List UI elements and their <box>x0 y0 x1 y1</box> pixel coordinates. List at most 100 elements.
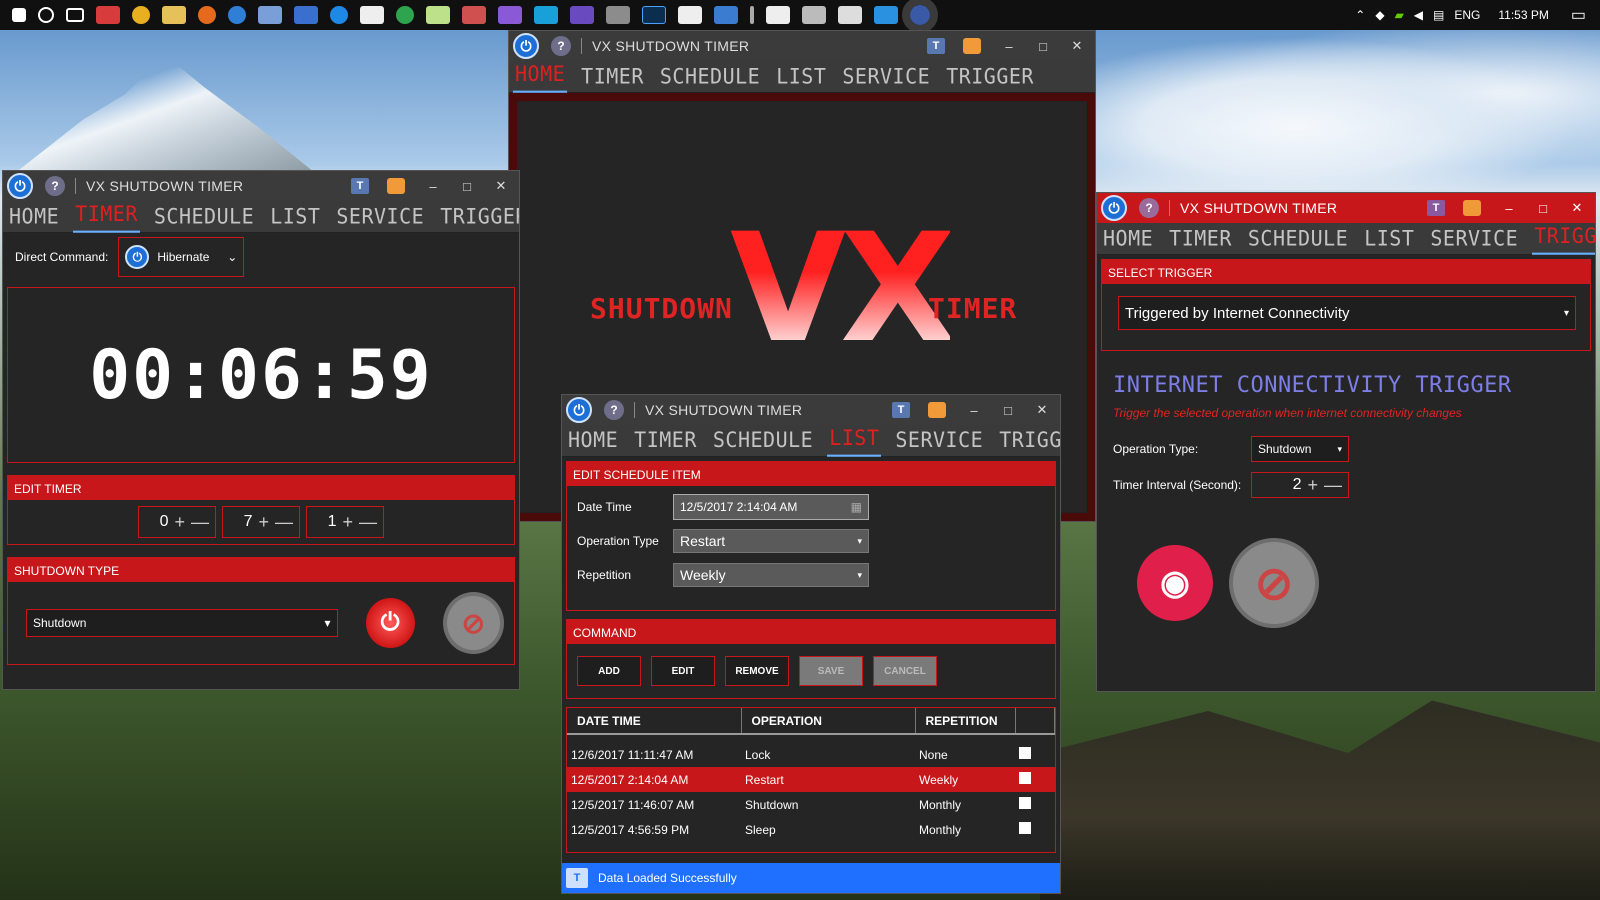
tab-timer[interactable]: TIMER <box>632 427 699 456</box>
row-checkbox[interactable] <box>1019 747 1031 759</box>
folder-icon[interactable] <box>162 6 186 24</box>
cancel-trigger-button[interactable]: ⊘ <box>1229 538 1319 628</box>
app-icon[interactable] <box>534 6 558 24</box>
store-icon[interactable] <box>360 6 384 24</box>
timer-interval-stepper[interactable]: 2 + — <box>1251 472 1349 498</box>
operation-type-dropdown[interactable]: Shutdown ▾ <box>1251 436 1349 462</box>
visual-studio-icon[interactable] <box>498 6 522 24</box>
minus-icon[interactable]: — <box>191 512 209 533</box>
edge-icon[interactable] <box>228 6 246 24</box>
tab-timer[interactable]: TIMER <box>1167 225 1234 254</box>
plus-icon[interactable]: + <box>342 512 353 533</box>
app-icon[interactable] <box>838 6 862 24</box>
add-button[interactable]: ADD <box>577 656 641 686</box>
chevron-up-icon[interactable]: ⌃ <box>1355 8 1365 22</box>
app-icon[interactable] <box>606 6 630 24</box>
row-checkbox[interactable] <box>1019 772 1031 784</box>
close-button[interactable]: ✕ <box>1028 398 1056 422</box>
notepad-icon[interactable] <box>426 6 450 24</box>
app-icon[interactable] <box>462 6 486 24</box>
tab-trigger[interactable]: TRIGGER <box>944 63 1036 92</box>
trigger-dropdown[interactable]: Triggered by Internet Connectivity ▾ <box>1118 296 1576 330</box>
plus-icon[interactable]: + <box>1307 475 1318 496</box>
start-trigger-button[interactable]: ◉ <box>1137 545 1213 621</box>
close-button[interactable]: ✕ <box>1063 34 1091 58</box>
hours-stepper[interactable]: 0 + — <box>138 506 216 538</box>
save-button[interactable]: SAVE <box>799 656 863 686</box>
chrome-icon[interactable] <box>132 6 150 24</box>
close-button[interactable]: ✕ <box>1563 196 1591 220</box>
direct-command-dropdown[interactable]: ⏻ Hibernate ⌄ <box>118 237 245 277</box>
minimize-tray-icon[interactable] <box>1463 200 1481 216</box>
start-timer-button[interactable]: ⏻ <box>365 598 415 648</box>
tab-schedule[interactable]: SCHEDULE <box>658 63 762 92</box>
tab-timer[interactable]: TIMER <box>579 63 646 92</box>
table-row[interactable]: 12/5/2017 11:46:07 AM Shutdown Monthly <box>567 792 1055 817</box>
minimize-button[interactable]: – <box>960 398 988 422</box>
tab-trigger[interactable]: TRIGGER <box>1532 223 1595 255</box>
info-icon[interactable]: T <box>351 178 369 194</box>
calendar-icon[interactable]: ▦ <box>851 500 862 514</box>
app-icon[interactable] <box>678 6 702 24</box>
info-icon[interactable]: T <box>1427 200 1445 216</box>
maximize-button[interactable]: □ <box>1529 196 1557 220</box>
row-checkbox[interactable] <box>1019 822 1031 834</box>
help-icon[interactable]: ? <box>1139 198 1159 218</box>
vx-shutdown-taskbar-icon[interactable] <box>902 0 938 33</box>
plus-icon[interactable]: + <box>174 512 185 533</box>
maximize-button[interactable]: □ <box>453 174 481 198</box>
tab-list[interactable]: LIST <box>268 203 322 232</box>
minimize-tray-icon[interactable] <box>963 38 981 54</box>
minimize-button[interactable]: – <box>419 174 447 198</box>
nvidia-icon[interactable]: ▰ <box>1395 8 1404 22</box>
tab-home[interactable]: HOME <box>566 427 620 456</box>
tab-home[interactable]: HOME <box>1101 225 1155 254</box>
tab-timer[interactable]: TIMER <box>73 201 140 233</box>
volume-icon[interactable]: ◀ <box>1414 8 1423 22</box>
app-icon[interactable] <box>396 6 414 24</box>
tab-service[interactable]: SERVICE <box>840 63 932 92</box>
tab-trigger[interactable]: TRIGGER <box>997 427 1060 456</box>
minimize-tray-icon[interactable] <box>387 178 405 194</box>
close-button[interactable]: ✕ <box>487 174 515 198</box>
shutdown-type-dropdown[interactable]: Shutdown ▾ <box>26 609 338 637</box>
language-indicator[interactable]: ENG <box>1454 8 1480 22</box>
tab-service[interactable]: SERVICE <box>334 203 426 232</box>
minimize-tray-icon[interactable] <box>928 402 946 418</box>
info-icon[interactable]: T <box>892 402 910 418</box>
tab-trigger[interactable]: TRIGGER <box>438 203 519 232</box>
plus-icon[interactable]: + <box>258 512 269 533</box>
title-bar[interactable]: ⏻ ? VX SHUTDOWN TIMER T – □ ✕ <box>3 171 519 201</box>
app-icon[interactable] <box>294 6 318 24</box>
app-icon[interactable] <box>96 6 120 24</box>
pen-icon[interactable] <box>750 6 754 24</box>
firefox-icon[interactable] <box>198 6 216 24</box>
title-bar[interactable]: ⏻ ? VX SHUTDOWN TIMER T – □ ✕ <box>1097 193 1595 223</box>
network-icon[interactable]: ▤ <box>1433 8 1444 22</box>
minus-icon[interactable]: — <box>1324 475 1342 496</box>
table-row[interactable]: 12/6/2017 11:11:47 AM Lock None <box>567 742 1055 767</box>
repetition-dropdown[interactable]: Weekly ▾ <box>673 563 869 587</box>
table-row-selected[interactable]: 12/5/2017 2:14:04 AM Restart Weekly <box>567 767 1055 792</box>
help-icon[interactable]: ? <box>604 400 624 420</box>
tab-schedule[interactable]: SCHEDULE <box>152 203 256 232</box>
minimize-button[interactable]: – <box>1495 196 1523 220</box>
minutes-stepper[interactable]: 7 + — <box>222 506 300 538</box>
shield-icon[interactable]: ◆ <box>1375 8 1384 22</box>
row-checkbox[interactable] <box>1019 797 1031 809</box>
minimize-button[interactable]: – <box>995 34 1023 58</box>
date-time-input[interactable]: 12/5/2017 2:14:04 AM ▦ <box>673 494 869 520</box>
visual-studio-icon[interactable] <box>570 6 594 24</box>
app-icon[interactable] <box>330 6 348 24</box>
operation-type-dropdown[interactable]: Restart ▾ <box>673 529 869 553</box>
notification-icon[interactable]: ▭ <box>1571 5 1586 25</box>
camera-icon[interactable] <box>766 6 790 24</box>
edit-button[interactable]: EDIT <box>651 656 715 686</box>
remove-button[interactable]: REMOVE <box>725 656 789 686</box>
tab-schedule[interactable]: SCHEDULE <box>711 427 815 456</box>
cancel-timer-button[interactable]: ⊘ <box>442 592 504 654</box>
tab-home[interactable]: HOME <box>7 203 61 232</box>
seconds-stepper[interactable]: 1 + — <box>306 506 384 538</box>
column-date-time[interactable]: DATE TIME <box>567 708 742 735</box>
info-icon[interactable]: T <box>927 38 945 54</box>
